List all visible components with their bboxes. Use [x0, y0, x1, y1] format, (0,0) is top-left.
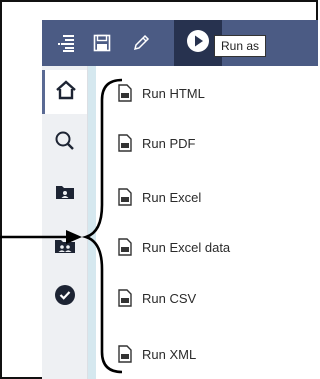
pencil-icon[interactable]: [128, 20, 154, 66]
accent-bar: [88, 66, 96, 379]
sidebar-item-search[interactable]: [42, 121, 87, 165]
toc-menu-icon[interactable]: [53, 20, 79, 66]
menu-item-run-pdf[interactable]: Run PDF: [110, 128, 310, 158]
sidebar-item-home[interactable]: [42, 70, 87, 114]
menu-item-run-csv[interactable]: Run CSV: [110, 283, 310, 313]
document-icon: [116, 133, 134, 153]
home-icon: [55, 79, 77, 105]
document-icon: [116, 187, 134, 207]
menu-item-label: Run XML: [142, 346, 197, 362]
team-folder-icon: [54, 238, 76, 259]
recent-icon: [54, 284, 76, 311]
folder-icon: [55, 184, 75, 205]
search-icon: [54, 130, 76, 157]
document-icon: [116, 83, 134, 103]
save-icon[interactable]: [89, 20, 115, 66]
menu-item-run-excel[interactable]: Run Excel: [110, 182, 310, 212]
menu-item-label: Run CSV: [142, 290, 197, 306]
menu-item-run-xml[interactable]: Run XML: [110, 339, 310, 369]
menu-item-label: Run Excel: [142, 189, 202, 205]
menu-item-label: Run PDF: [142, 135, 196, 151]
left-sidebar: [42, 66, 88, 379]
play-icon: [186, 29, 210, 58]
sidebar-item-team-content[interactable]: [42, 226, 87, 270]
sidebar-item-my-content[interactable]: [42, 172, 87, 216]
run-as-tooltip: Run as: [214, 35, 267, 57]
menu-item-run-html[interactable]: Run HTML: [110, 78, 310, 108]
document-icon: [116, 237, 134, 257]
menu-item-run-excel-data[interactable]: Run Excel data: [110, 232, 310, 262]
document-icon: [116, 288, 134, 308]
menu-item-label: Run HTML: [142, 85, 205, 101]
document-icon: [116, 344, 134, 364]
top-toolbar: [42, 20, 318, 66]
sidebar-item-recent[interactable]: [42, 275, 87, 319]
menu-item-label: Run Excel data: [142, 239, 231, 255]
run-as-menu: Run HTML Run PDF Run Excel Run Excel dat…: [110, 66, 318, 379]
